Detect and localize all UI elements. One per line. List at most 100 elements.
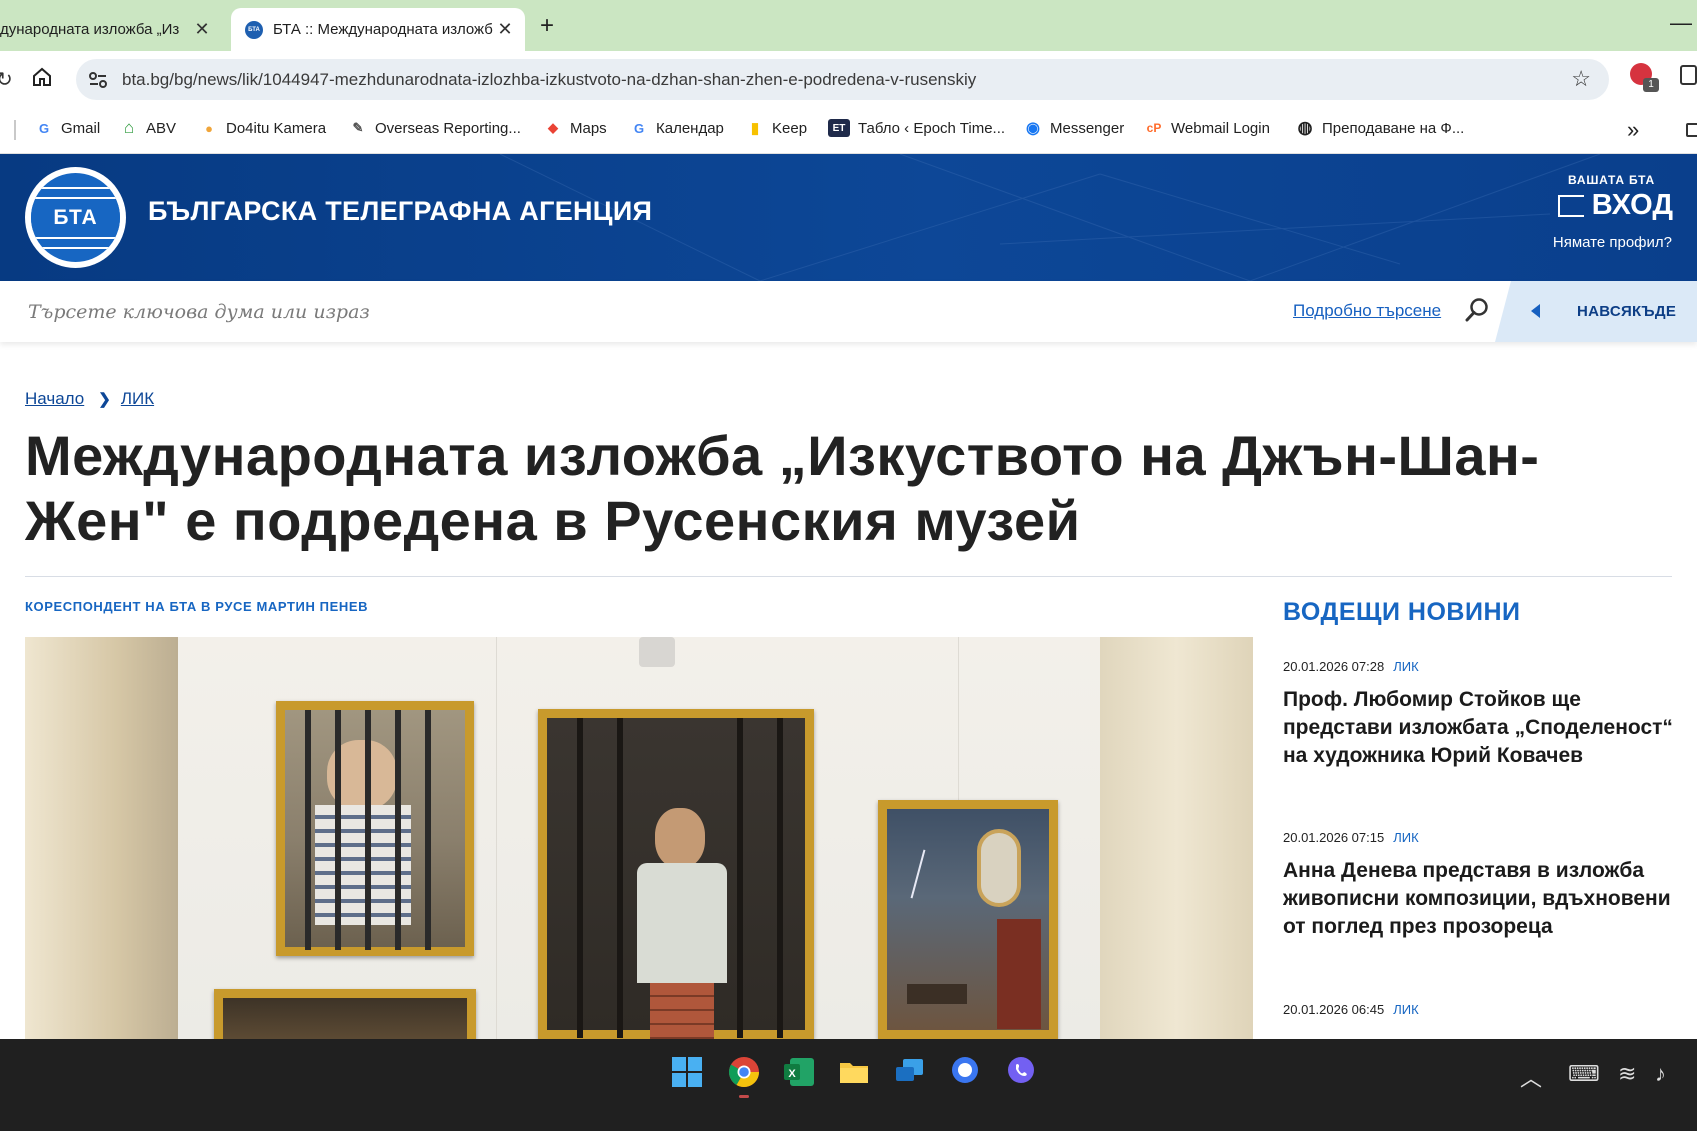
bta-favicon-icon: БТА — [245, 20, 263, 39]
maps-pin-icon: ◆ — [548, 120, 558, 135]
address-bar[interactable]: bta.bg/bg/news/lik/1044947-mezhdunarodna… — [76, 59, 1609, 100]
extensions-icon[interactable] — [1680, 65, 1697, 85]
security-camera — [639, 637, 675, 667]
news-item[interactable]: 20.01.2026 06:45 ЛИК — [1283, 1002, 1673, 1017]
leading-news-title[interactable]: ВОДЕЩИ НОВИНИ — [1283, 598, 1520, 627]
bookmark-abv[interactable]: ⌂ ABV — [120, 118, 176, 137]
excel-icon[interactable]: X — [782, 1055, 816, 1089]
minimize-icon[interactable]: — — [1670, 10, 1692, 36]
tab-title: дународната изложба „Из — [0, 21, 180, 38]
bta-logo[interactable]: БТА — [25, 167, 126, 268]
home-icon[interactable] — [31, 66, 53, 88]
news-item[interactable]: 20.01.2026 07:15 ЛИК Анна Денева предста… — [1283, 830, 1673, 941]
search-bar: Подробно търсене НАВСЯКЪДЕ — [0, 281, 1697, 342]
news-category[interactable]: ЛИК — [1393, 1002, 1418, 1017]
news-date: 20.01.2026 07:15 — [1283, 830, 1385, 845]
remote-desktop-icon[interactable] — [893, 1055, 927, 1089]
close-icon[interactable]: ✕ — [493, 19, 517, 40]
signal-icon[interactable] — [948, 1055, 982, 1089]
photo-blur-left — [25, 637, 178, 1039]
bookmark-overseas[interactable]: ✎ Overseas Reporting... — [349, 119, 521, 137]
bookmarks-bar: G Gmail ⌂ ABV ● Do4itu Kamera ✎ Overseas… — [0, 106, 1697, 154]
article-author[interactable]: КОРЕСПОНДЕНТ НА БТА В РУСЕ МАРТИН ПЕНЕВ — [25, 599, 368, 614]
bookmark-webmail[interactable]: cP Webmail Login — [1145, 119, 1270, 137]
chrome-icon[interactable] — [727, 1055, 761, 1089]
bookmark-label: Gmail — [61, 119, 101, 137]
article-title: Международната изложба „Изкуството на Дж… — [25, 424, 1540, 552]
keep-icon: ▮ — [750, 120, 760, 137]
bookmarks-divider — [14, 120, 16, 140]
messenger-icon: ◉ — [1026, 120, 1040, 137]
volume-icon[interactable]: ♪ — [1655, 1061, 1666, 1087]
login-icon — [1557, 194, 1584, 217]
bookmark-gmail[interactable]: G Gmail — [35, 119, 100, 137]
scope-label: НАВСЯКЪДЕ — [1577, 303, 1677, 320]
new-tab-button[interactable]: + — [540, 12, 554, 40]
address-row: ↻ bta.bg/bg/news/lik/1044947-mezhdunarod… — [0, 51, 1697, 106]
google-icon: G — [38, 120, 50, 136]
keyboard-layout-icon[interactable]: ⌨ — [1568, 1061, 1600, 1087]
news-title[interactable]: Анна Денева представя в изложба живописн… — [1283, 857, 1673, 941]
tab-active[interactable]: БТА БТА :: Международната изложб ✕ — [231, 8, 525, 51]
news-title[interactable]: Проф. Любомир Стойков ще представи излож… — [1283, 686, 1673, 770]
chevron-up-icon[interactable]: ︿ — [1520, 1061, 1542, 1093]
cpanel-icon: cP — [1146, 121, 1162, 135]
search-icon[interactable] — [1465, 297, 1489, 323]
bookmark-calendar[interactable]: G Календар — [630, 119, 724, 137]
photo-blur-right — [1100, 637, 1253, 1039]
file-explorer-icon[interactable] — [837, 1055, 871, 1089]
windows-start-icon[interactable] — [670, 1055, 704, 1089]
agency-name[interactable]: БЪЛГАРСКА ТЕЛЕГРАФНА АГЕНЦИЯ — [148, 196, 652, 227]
close-icon[interactable]: ✕ — [190, 19, 214, 40]
news-category[interactable]: ЛИК — [1393, 659, 1418, 674]
epoch-times-icon: ET — [828, 119, 850, 137]
bookmark-label: Webmail Login — [1171, 119, 1270, 137]
search-scope-selector[interactable]: НАВСЯКЪДЕ — [1495, 281, 1697, 342]
login-button[interactable]: ВХОД — [1557, 189, 1673, 222]
bookmark-label: Календар — [656, 119, 724, 137]
tab-title: БТА :: Международната изложб — [273, 21, 493, 38]
bookmark-do4itu[interactable]: ● Do4itu Kamera — [200, 119, 326, 137]
breadcrumb-category[interactable]: ЛИК — [121, 389, 154, 409]
chevron-right-icon: ❯ — [98, 391, 111, 408]
bookmark-label: Overseas Reporting... — [375, 119, 521, 137]
news-date: 20.01.2026 06:45 — [1283, 1002, 1385, 1017]
tab-strip: дународната изложба „Из ✕ БТА БТА :: Меж… — [0, 0, 1697, 51]
login-label: ВХОД — [1591, 189, 1673, 221]
abv-icon: ⌂ — [123, 118, 135, 137]
news-category[interactable]: ЛИК — [1393, 830, 1418, 845]
no-profile-link[interactable]: Нямате профил? — [1553, 234, 1672, 251]
breadcrumb-home[interactable]: Начало — [25, 389, 84, 409]
site-info-icon[interactable] — [86, 68, 110, 92]
bookmark-label: Messenger — [1050, 119, 1125, 137]
globe-icon: ◍ — [1297, 118, 1313, 137]
bookmark-messenger[interactable]: ◉ Messenger — [1024, 119, 1125, 138]
google-icon: G — [633, 120, 645, 136]
wifi-icon[interactable]: ≋ — [1618, 1061, 1636, 1087]
camera-icon: ● — [205, 120, 213, 136]
article-photo[interactable] — [25, 637, 1253, 1039]
bookmark-teaching[interactable]: ◍ Преподаване на Ф... — [1296, 118, 1465, 137]
viber-icon[interactable] — [1004, 1055, 1038, 1089]
painting-girl-bars — [538, 709, 814, 1039]
folder-icon[interactable] — [1686, 123, 1697, 137]
bookmark-star-icon[interactable]: ☆ — [1571, 66, 1591, 92]
painting-night-scene — [878, 800, 1058, 1039]
your-bta-label: ВАШАТА БТА — [1567, 173, 1655, 187]
tab-inactive[interactable]: дународната изложба „Из ✕ — [0, 8, 222, 51]
breadcrumb: Начало ❯ ЛИК — [25, 389, 154, 409]
more-bookmarks-button[interactable]: » — [1627, 117, 1639, 143]
taskbar: X ︿ ⌨ ≋ ♪ — [0, 1039, 1697, 1131]
svg-text:X: X — [788, 1068, 796, 1080]
bookmark-epoch[interactable]: ET Табло ‹ Epoch Time... — [828, 119, 1005, 137]
title-divider — [25, 576, 1672, 577]
bookmark-maps[interactable]: ◆ Maps — [544, 119, 607, 137]
painting-bottom-left — [214, 989, 476, 1039]
reload-icon[interactable]: ↻ — [0, 67, 13, 92]
news-date: 20.01.2026 07:28 — [1283, 659, 1385, 674]
url-text[interactable]: bta.bg/bg/news/lik/1044947-mezhdunarodna… — [122, 70, 976, 90]
news-item[interactable]: 20.01.2026 07:28 ЛИК Проф. Любомир Стойк… — [1283, 659, 1673, 770]
bookmark-keep[interactable]: ▮ Keep — [746, 119, 807, 138]
advanced-search-link[interactable]: Подробно търсене — [1293, 301, 1441, 321]
search-input[interactable] — [28, 295, 1128, 329]
